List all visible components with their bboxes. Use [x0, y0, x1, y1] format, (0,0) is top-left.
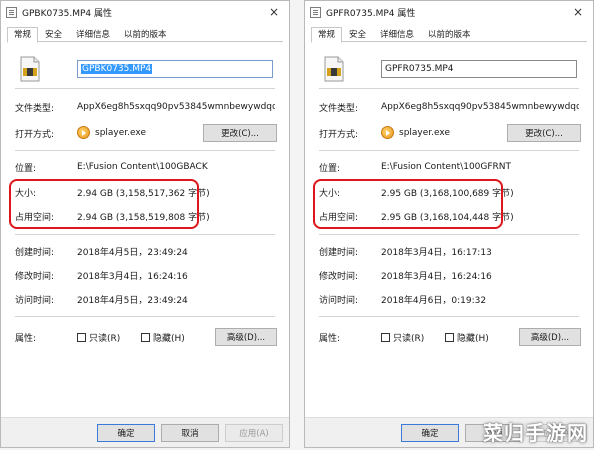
checkbox-box[interactable]	[77, 332, 86, 342]
created-label: 创建时间:	[319, 247, 359, 258]
advanced-button[interactable]: 高级(D)...	[215, 328, 277, 346]
filename-input[interactable]: GPFR0735.MP4	[381, 60, 577, 78]
tab-strip: 常规 安全 详细信息 以前的版本	[7, 27, 283, 43]
divider	[319, 316, 579, 317]
file-type-value: AppX6eg8h5sxqq90pv53845wmnbewywdqq5h (.M	[381, 102, 579, 112]
readonly-checkbox[interactable]: 只读(R)	[381, 330, 424, 344]
location-label: 位置:	[319, 163, 341, 174]
open-with-label: 打开方式:	[319, 129, 359, 140]
tab-details[interactable]: 详细信息	[69, 27, 117, 42]
created-label: 创建时间:	[15, 247, 55, 258]
hidden-label: 隐藏(H)	[153, 333, 185, 344]
divider	[319, 88, 579, 89]
title-bar: GPFR0735.MP4 属性 ×	[305, 1, 593, 23]
file-type-row: 文件类型: AppX6eg8h5sxqq90pv53845wmnbewywdqq…	[15, 100, 275, 114]
document-icon	[6, 6, 17, 18]
file-type-value: AppX6eg8h5sxqq90pv53845wmnbewywdqq5h (.M	[77, 102, 275, 112]
ok-button[interactable]: 确定	[97, 424, 155, 442]
tab-previous-versions[interactable]: 以前的版本	[421, 27, 478, 42]
filename-selection: GPBK0735.MP4	[81, 64, 153, 74]
readonly-label: 只读(R)	[393, 333, 425, 344]
file-type-label: 文件类型:	[319, 103, 359, 114]
attributes-label: 属性:	[15, 333, 37, 344]
readonly-checkbox[interactable]: 只读(R)	[77, 330, 120, 344]
close-button[interactable]: ×	[259, 1, 289, 23]
close-button[interactable]: ×	[563, 1, 593, 23]
modified-row: 修改时间: 2018年3月4日，16:24:16	[15, 268, 275, 282]
location-row: 位置: E:\Fusion Content\100GFRNT	[319, 160, 579, 174]
tab-previous-versions[interactable]: 以前的版本	[117, 27, 174, 42]
divider	[15, 234, 275, 235]
file-type-label: 文件类型:	[15, 103, 55, 114]
general-panel: GPFR0735.MP4 文件类型: AppX6eg8h5sxqq90pv538…	[311, 42, 587, 417]
tab-general[interactable]: 常规	[7, 27, 39, 43]
modified-label: 修改时间:	[319, 271, 359, 282]
watermark: 菜归手游网	[483, 421, 588, 445]
cancel-button[interactable]: 取消	[161, 424, 219, 442]
attributes-label: 属性:	[319, 333, 341, 344]
open-with-label: 打开方式:	[15, 129, 55, 140]
location-row: 位置: E:\Fusion Content\100GBACK	[15, 160, 275, 174]
divider	[15, 150, 275, 151]
modified-row: 修改时间: 2018年3月4日，16:24:16	[319, 268, 579, 282]
created-row: 创建时间: 2018年3月4日，16:17:13	[319, 244, 579, 258]
checkbox-box[interactable]	[445, 332, 454, 342]
readonly-label: 只读(R)	[89, 333, 121, 344]
hidden-label: 隐藏(H)	[457, 333, 489, 344]
video-file-icon	[20, 56, 40, 82]
tab-security[interactable]: 安全	[342, 27, 373, 42]
divider	[319, 150, 579, 151]
properties-dialog-right: GPFR0735.MP4 属性 × 常规 安全 详细信息 以前的版本 GPFR0…	[304, 0, 594, 448]
change-button[interactable]: 更改(C)...	[203, 124, 277, 142]
size-highlight	[313, 179, 503, 229]
modified-label: 修改时间:	[15, 271, 55, 282]
created-row: 创建时间: 2018年4月5日，23:49:24	[15, 244, 275, 258]
location-value: E:\Fusion Content\100GBACK	[77, 162, 208, 172]
document-icon	[310, 6, 321, 18]
advanced-button[interactable]: 高级(D)...	[519, 328, 581, 346]
modified-value: 2018年3月4日，16:24:16	[381, 271, 492, 282]
created-value: 2018年3月4日，16:17:13	[381, 247, 492, 258]
apply-button[interactable]: 应用(A)	[225, 424, 283, 442]
accessed-value: 2018年4月5日，23:49:24	[77, 295, 188, 306]
location-label: 位置:	[15, 163, 37, 174]
size-highlight	[9, 179, 199, 229]
open-with-value: splayer.exe	[95, 128, 146, 138]
location-value: E:\Fusion Content\100GFRNT	[381, 162, 512, 172]
open-with-value: splayer.exe	[399, 128, 450, 138]
splayer-icon	[77, 126, 90, 139]
change-button[interactable]: 更改(C)...	[507, 124, 581, 142]
hidden-checkbox[interactable]: 隐藏(H)	[445, 330, 489, 344]
hidden-checkbox[interactable]: 隐藏(H)	[141, 330, 185, 344]
divider	[15, 316, 275, 317]
file-type-row: 文件类型: AppX6eg8h5sxqq90pv53845wmnbewywdqq…	[319, 100, 579, 114]
accessed-label: 访问时间:	[319, 295, 359, 306]
tab-strip: 常规 安全 详细信息 以前的版本	[311, 27, 587, 43]
video-file-icon	[324, 56, 344, 82]
checkbox-box[interactable]	[141, 332, 150, 342]
accessed-value: 2018年4月6日，0:19:32	[381, 295, 487, 306]
dialog-footer: 确定 取消 应用(A)	[1, 417, 289, 447]
ok-button[interactable]: 确定	[401, 424, 459, 442]
accessed-label: 访问时间:	[15, 295, 55, 306]
title-bar: GPBK0735.MP4 属性 ×	[1, 1, 289, 23]
tab-security[interactable]: 安全	[38, 27, 69, 42]
accessed-row: 访问时间: 2018年4月6日，0:19:32	[319, 292, 579, 306]
checkbox-box[interactable]	[381, 332, 390, 342]
created-value: 2018年4月5日，23:49:24	[77, 247, 188, 258]
filename-input[interactable]: GPBK0735.MP4	[77, 60, 273, 78]
divider	[15, 88, 275, 89]
accessed-row: 访问时间: 2018年4月5日，23:49:24	[15, 292, 275, 306]
window-title: GPBK0735.MP4 属性	[22, 8, 113, 19]
properties-dialog-left: GPBK0735.MP4 属性 × 常规 安全 详细信息 以前的版本 GPBK0…	[0, 0, 290, 448]
splayer-icon	[381, 126, 394, 139]
divider	[319, 234, 579, 235]
modified-value: 2018年3月4日，16:24:16	[77, 271, 188, 282]
tab-general[interactable]: 常规	[311, 27, 343, 43]
general-panel: GPBK0735.MP4 文件类型: AppX6eg8h5sxqq90pv538…	[7, 42, 283, 417]
tab-details[interactable]: 详细信息	[373, 27, 421, 42]
window-title: GPFR0735.MP4 属性	[326, 8, 416, 19]
